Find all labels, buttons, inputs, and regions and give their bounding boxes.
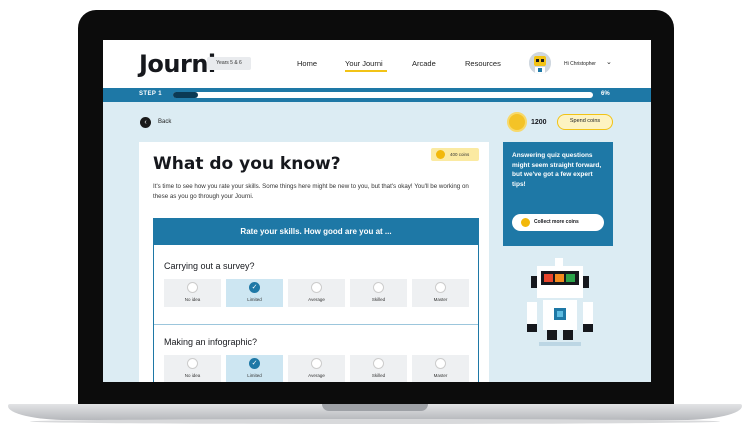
coin-icon [521,218,530,227]
screen: Journi Years 5 & 6 Home Your Journi Arca… [103,40,651,382]
site-header: Journi Years 5 & 6 Home Your Journi Arca… [103,40,651,88]
coins-reward-label: 400 coins [450,151,470,157]
radio-icon[interactable] [311,282,322,293]
radio-icon[interactable] [435,282,446,293]
nav-arcade[interactable]: Arcade [412,59,436,68]
coin-icon [436,150,445,159]
chevron-down-icon[interactable]: ⌄ [606,58,612,66]
option-label: Average [308,373,325,378]
radio-icon[interactable] [373,358,384,369]
progress-percent: 6% [601,91,610,97]
radio-icon[interactable] [373,282,384,293]
nav-active-underline [345,70,387,72]
option-label: Skilled [371,373,386,378]
question-divider [154,324,478,325]
option-label: Skilled [371,297,386,302]
laptop-shadow [30,419,720,424]
option-no-idea[interactable]: No idea [164,279,221,307]
option-no-idea[interactable]: No idea [164,355,221,382]
option-skilled[interactable]: Skilled [350,355,407,382]
collect-coins-button[interactable]: Collect more coins [512,214,604,231]
tip-box: Answering quiz questions might seem stra… [503,142,613,246]
back-link[interactable]: Back [158,119,171,125]
question-text: Making an infographic? [164,337,258,347]
robot-illustration-icon [515,258,605,348]
years-badge: Years 5 & 6 [207,57,251,70]
laptop-notch [322,404,428,411]
option-label: Average [308,297,325,302]
option-average[interactable]: Average [288,355,345,382]
option-label: Limited [247,373,262,378]
check-icon[interactable]: ✓ [249,282,260,293]
radio-icon[interactable] [311,358,322,369]
question-text: Carrying out a survey? [164,261,255,271]
option-master[interactable]: Master [412,279,469,307]
rating-header: Rate your skills. How good are you at ..… [154,219,478,245]
skills-rating-box: Rate your skills. How good are you at ..… [153,218,479,382]
collect-coins-label[interactable]: Collect more coins [534,219,579,225]
quiz-card: 400 coins What do you know? It's time to… [139,142,489,382]
option-label: No idea [184,297,201,302]
intro-text: It's time to see how you rate your skill… [153,183,469,200]
page-title: What do you know? [153,154,341,174]
option-average[interactable]: Average [288,279,345,307]
progress-fill [173,92,199,98]
nav-resources[interactable]: Resources [465,59,501,68]
robot-avatar-icon[interactable] [529,52,551,74]
option-limited[interactable]: ✓ Limited [226,279,283,307]
spend-coins-button[interactable]: Spend coins [557,114,613,130]
radio-icon[interactable] [435,358,446,369]
option-label: Limited [247,297,262,302]
coins-reward-badge: 400 coins [431,148,479,161]
radio-icon[interactable] [187,358,198,369]
option-label: Master [433,373,448,378]
option-master[interactable]: Master [412,355,469,382]
nav-your-journi[interactable]: Your Journi [345,59,383,68]
option-skilled[interactable]: Skilled [350,279,407,307]
user-greeting[interactable]: Hi Christopher [564,61,596,67]
check-icon[interactable]: ✓ [249,358,260,369]
option-label: Master [433,297,448,302]
option-limited[interactable]: ✓ Limited [226,355,283,382]
journi-logo[interactable]: Journi [139,50,216,78]
progress-track [173,92,593,98]
coin-icon [507,112,527,132]
rating-options: No idea ✓ Limited Average Skilled Master [164,279,470,307]
coin-count: 1200 [531,119,547,126]
back-arrow-icon[interactable]: ‹ [140,117,151,128]
nav-home[interactable]: Home [297,59,317,68]
option-label: No idea [184,373,201,378]
tip-text: Answering quiz questions might seem stra… [512,152,602,188]
step-progress-bar: STEP 1 6% [103,88,651,102]
rating-options: No idea ✓ Limited Average Skilled Master [164,355,470,382]
radio-icon[interactable] [187,282,198,293]
step-label: STEP 1 [139,91,162,97]
